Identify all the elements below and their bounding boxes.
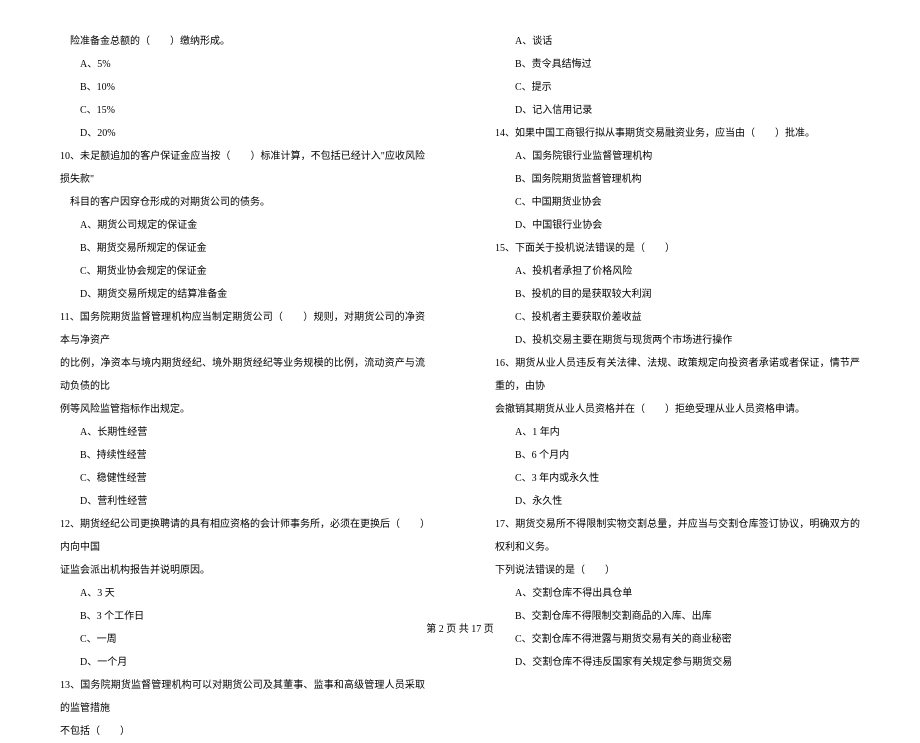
q12-text: 12、期货经纪公司更换聘请的具有相应资格的会计师事务所，必须在更换后（ ）内向中… <box>60 513 425 559</box>
q9-option-a: A、5% <box>60 53 425 76</box>
q10-option-b: B、期货交易所规定的保证金 <box>60 237 425 260</box>
q10-option-a: A、期货公司规定的保证金 <box>60 214 425 237</box>
q11-option-b: B、持续性经营 <box>60 444 425 467</box>
q11-continuation-1: 的比例，净资本与境内期货经纪、境外期货经纪等业务规模的比例，流动资产与流动负债的… <box>60 352 425 398</box>
q13-option-b: B、责令具结悔过 <box>495 53 860 76</box>
q16-option-d: D、永久性 <box>495 490 860 513</box>
q11-option-c: C、稳健性经营 <box>60 467 425 490</box>
q16-text: 16、期货从业人员违反有关法律、法规、政策规定向投资者承诺或者保证，情节严重的，… <box>495 352 860 398</box>
q9-option-c: C、15% <box>60 99 425 122</box>
q15-option-d: D、投机交易主要在期货与现货两个市场进行操作 <box>495 329 860 352</box>
q13-text: 13、国务院期货监督管理机构可以对期货公司及其董事、监事和高级管理人员采取的监管… <box>60 674 425 720</box>
q14-option-a: A、国务院银行业监督管理机构 <box>495 145 860 168</box>
q13-option-c: C、提示 <box>495 76 860 99</box>
q14-text: 14、如果中国工商银行拟从事期货交易融资业务，应当由（ ）批准。 <box>495 122 860 145</box>
q13-option-d: D、记入信用记录 <box>495 99 860 122</box>
q16-option-a: A、1 年内 <box>495 421 860 444</box>
q15-option-a: A、投机者承担了价格风险 <box>495 260 860 283</box>
q13-option-a: A、谈话 <box>495 30 860 53</box>
q10-continuation: 科目的客户因穿仓形成的对期货公司的债务。 <box>60 191 425 214</box>
left-column: 险准备金总额的（ ）缴纳形成。 A、5% B、10% C、15% D、20% 1… <box>60 30 425 610</box>
q16-option-b: B、6 个月内 <box>495 444 860 467</box>
q14-option-d: D、中国银行业协会 <box>495 214 860 237</box>
q15-option-b: B、投机的目的是获取较大利润 <box>495 283 860 306</box>
q10-option-d: D、期货交易所规定的结算准备金 <box>60 283 425 306</box>
q12-continuation: 证监会派出机构报告并说明原因。 <box>60 559 425 582</box>
q9-option-b: B、10% <box>60 76 425 99</box>
q10-option-c: C、期货业协会规定的保证金 <box>60 260 425 283</box>
q16-continuation: 会撤销其期货从业人员资格并在（ ）拒绝受理从业人员资格申请。 <box>495 398 860 421</box>
page-footer: 第 2 页 共 17 页 <box>0 620 920 635</box>
q11-text: 11、国务院期货监督管理机构应当制定期货公司（ ）规则，对期货公司的净资本与净资… <box>60 306 425 352</box>
q15-option-c: C、投机者主要获取价差收益 <box>495 306 860 329</box>
q16-option-c: C、3 年内或永久性 <box>495 467 860 490</box>
q17-text: 17、期货交易所不得限制实物交割总量，并应当与交割仓库签订协议，明确双方的权利和… <box>495 513 860 559</box>
q14-option-c: C、中国期货业协会 <box>495 191 860 214</box>
q11-option-a: A、长期性经营 <box>60 421 425 444</box>
q17-option-a: A、交割仓库不得出具仓单 <box>495 582 860 605</box>
q12-option-a: A、3 天 <box>60 582 425 605</box>
q9-option-d: D、20% <box>60 122 425 145</box>
q17-option-d: D、交割仓库不得违反国家有关规定参与期货交易 <box>495 651 860 674</box>
q17-continuation: 下列说法错误的是（ ） <box>495 559 860 582</box>
q11-continuation-2: 例等风险监管指标作出规定。 <box>60 398 425 421</box>
q13-continuation: 不包括（ ） <box>60 720 425 743</box>
q10-text: 10、未足额追加的客户保证金应当按（ ）标准计算，不包括已经计入"应收风险损失款… <box>60 145 425 191</box>
q15-text: 15、下面关于投机说法错误的是（ ） <box>495 237 860 260</box>
q11-option-d: D、营利性经营 <box>60 490 425 513</box>
q14-option-b: B、国务院期货监督管理机构 <box>495 168 860 191</box>
q9-continuation: 险准备金总额的（ ）缴纳形成。 <box>60 30 425 53</box>
right-column: A、谈话 B、责令具结悔过 C、提示 D、记入信用记录 14、如果中国工商银行拟… <box>495 30 860 610</box>
q12-option-d: D、一个月 <box>60 651 425 674</box>
